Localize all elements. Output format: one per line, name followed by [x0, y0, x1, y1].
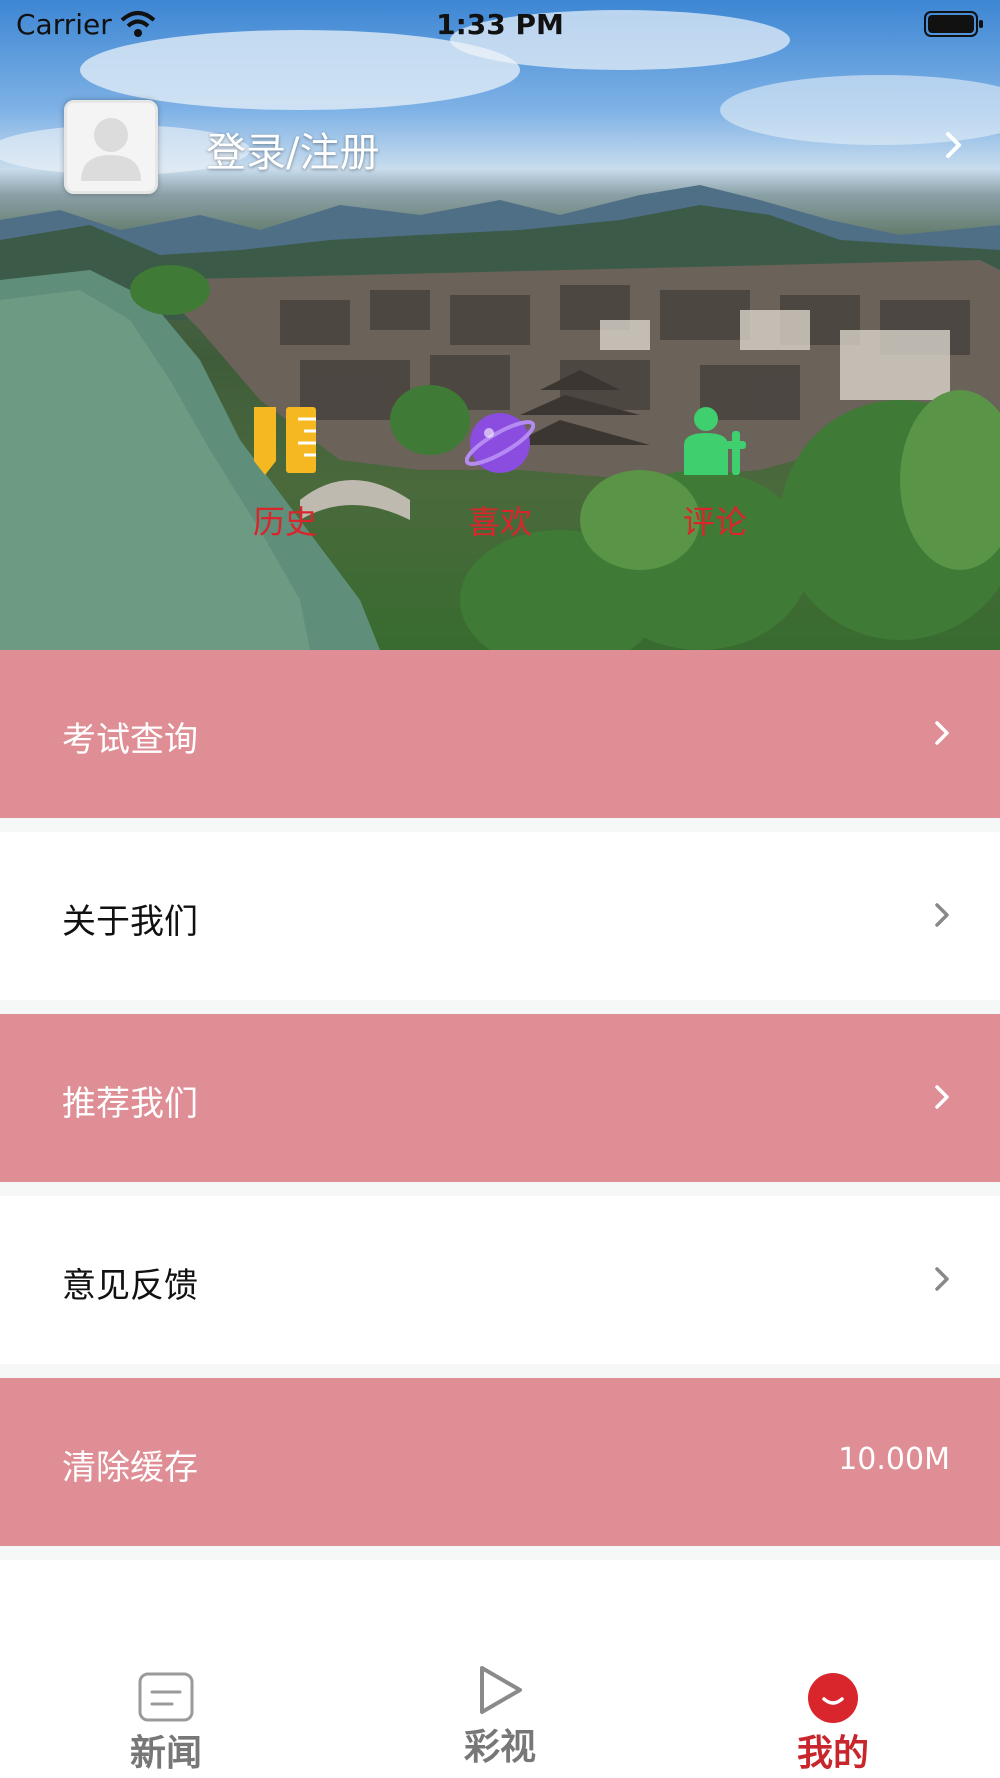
tab-label: 彩视: [463, 1727, 536, 1768]
quick-links: 历史 喜欢 评论: [220, 405, 780, 541]
tab-label: 我的: [796, 1733, 869, 1774]
quick-link-comments[interactable]: 评论: [650, 405, 780, 541]
quick-link-history[interactable]: 历史: [220, 405, 350, 541]
cache-size-value: 10.00M: [838, 1442, 950, 1477]
clock-label: 1:33 PM: [436, 8, 564, 41]
user-avatar-icon[interactable]: [64, 100, 158, 194]
town-landscape-image: [0, 10, 1000, 650]
header-banner: Carrier 1:33 PM 登录/注册 历史 喜欢 评论: [0, 0, 1000, 650]
menu-row-label: 关于我们: [62, 902, 198, 942]
planet-icon: [464, 405, 536, 477]
tab-mine[interactable]: 我的: [733, 1640, 933, 1778]
status-bar: Carrier 1:33 PM: [0, 0, 1000, 50]
login-register-row[interactable]: 登录/注册: [64, 100, 964, 194]
menu-row-about-us[interactable]: 关于我们: [0, 832, 1000, 1000]
quick-link-label: 评论: [682, 503, 747, 541]
quick-link-favorites[interactable]: 喜欢: [435, 405, 565, 541]
menu-row-label: 意见反馈: [62, 1266, 198, 1306]
quick-link-label: 历史: [252, 503, 317, 541]
tab-videos[interactable]: 彩视: [400, 1640, 600, 1778]
tab-news[interactable]: 新闻: [66, 1640, 266, 1778]
battery-icon: [924, 10, 984, 42]
profile-smile-icon: [807, 1672, 859, 1728]
row-divider: [0, 1546, 1000, 1560]
chevron-right-icon: [944, 130, 964, 164]
comment-person-icon: [680, 405, 750, 477]
chevron-right-icon: [934, 1084, 950, 1114]
login-register-label[interactable]: 登录/注册: [206, 120, 379, 178]
menu-row-feedback[interactable]: 意见反馈: [0, 1196, 1000, 1364]
history-ruler-icon: [250, 405, 320, 477]
menu-row-label: 清除缓存: [62, 1448, 198, 1488]
menu-row-recommend-us[interactable]: 推荐我们: [0, 1014, 1000, 1182]
menu-row-label: 推荐我们: [62, 1084, 198, 1124]
row-divider: [0, 1364, 1000, 1378]
quick-link-label: 喜欢: [467, 503, 532, 541]
row-divider: [0, 1000, 1000, 1014]
news-icon: [138, 1672, 194, 1726]
menu-row-exam-query[interactable]: 考试查询: [0, 650, 1000, 818]
play-icon: [476, 1664, 524, 1720]
chevron-right-icon: [934, 1266, 950, 1296]
bottom-tab-bar: 新闻 彩视 我的: [0, 1640, 1000, 1778]
menu-row-label: 考试查询: [62, 720, 198, 760]
menu-row-clear-cache[interactable]: 清除缓存 10.00M: [0, 1378, 1000, 1546]
row-divider: [0, 818, 1000, 832]
tab-label: 新闻: [129, 1733, 202, 1774]
chevron-right-icon: [934, 902, 950, 932]
chevron-right-icon: [934, 720, 950, 750]
row-divider: [0, 1182, 1000, 1196]
